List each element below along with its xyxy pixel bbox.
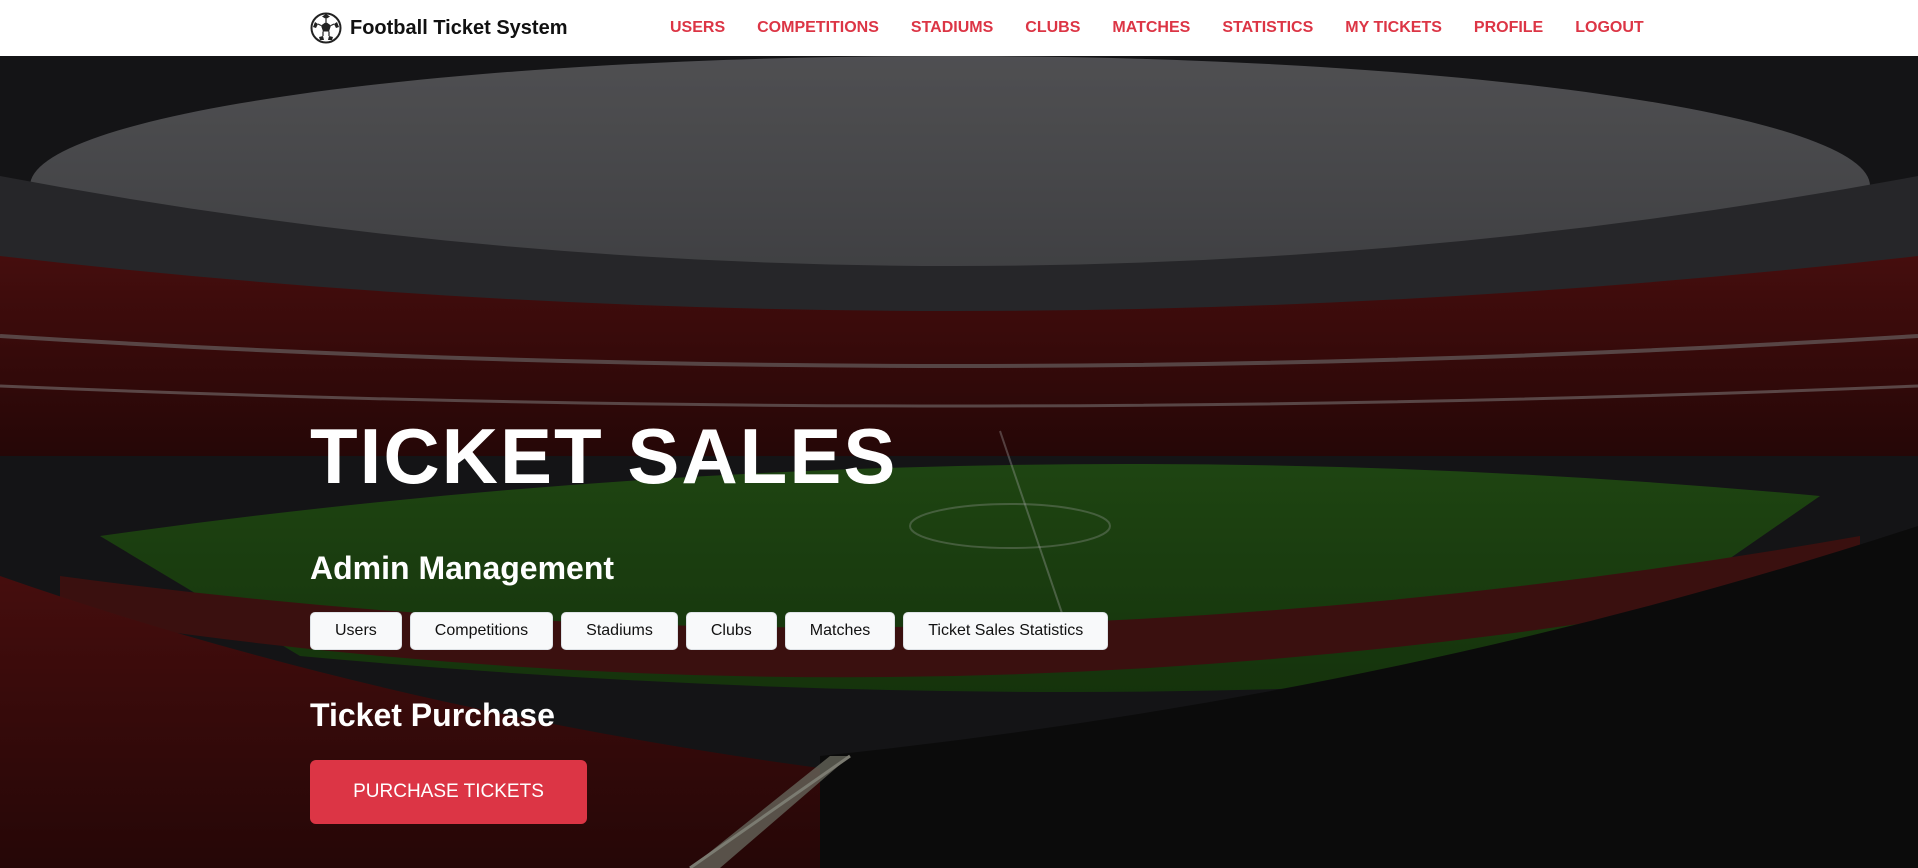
nav-link-profile[interactable]: PROFILE [1474,19,1543,37]
nav-link-competitions[interactable]: COMPETITIONS [757,19,879,37]
hero-overlay [0,56,1918,868]
soccer-ball-icon [310,12,342,44]
nav-link-users[interactable]: USERS [670,19,725,37]
nav-links: USERS COMPETITIONS STADIUMS CLUBS MATCHE… [670,0,1644,56]
nav-link-logout[interactable]: LOGOUT [1575,19,1643,37]
hero-section: TICKET SALES Admin Management Users Comp… [0,56,1918,868]
admin-button-group: Users Competitions Stadiums Clubs Matche… [310,612,1109,650]
admin-stadiums-button[interactable]: Stadiums [561,612,678,650]
admin-matches-button[interactable]: Matches [784,612,896,650]
page-title: TICKET SALES [310,412,898,500]
nav-link-stadiums[interactable]: STADIUMS [911,19,993,37]
nav-link-clubs[interactable]: CLUBS [1025,19,1080,37]
admin-users-button[interactable]: Users [310,612,402,650]
admin-competitions-button[interactable]: Competitions [409,612,554,650]
ticket-purchase-heading: Ticket Purchase [310,697,555,733]
nav-link-matches[interactable]: MATCHES [1112,19,1190,37]
brand[interactable]: Football Ticket System [310,10,567,46]
nav-link-my-tickets[interactable]: MY TICKETS [1345,19,1442,37]
nav-link-statistics[interactable]: STATISTICS [1222,19,1313,37]
admin-ticket-sales-statistics-button[interactable]: Ticket Sales Statistics [903,612,1109,650]
admin-management-heading: Admin Management [310,550,615,586]
brand-name: Football Ticket System [350,16,568,39]
admin-clubs-button[interactable]: Clubs [685,612,777,650]
purchase-tickets-button[interactable]: PURCHASE TICKETS [310,760,587,824]
navbar: Football Ticket System USERS COMPETITION… [0,0,1918,56]
